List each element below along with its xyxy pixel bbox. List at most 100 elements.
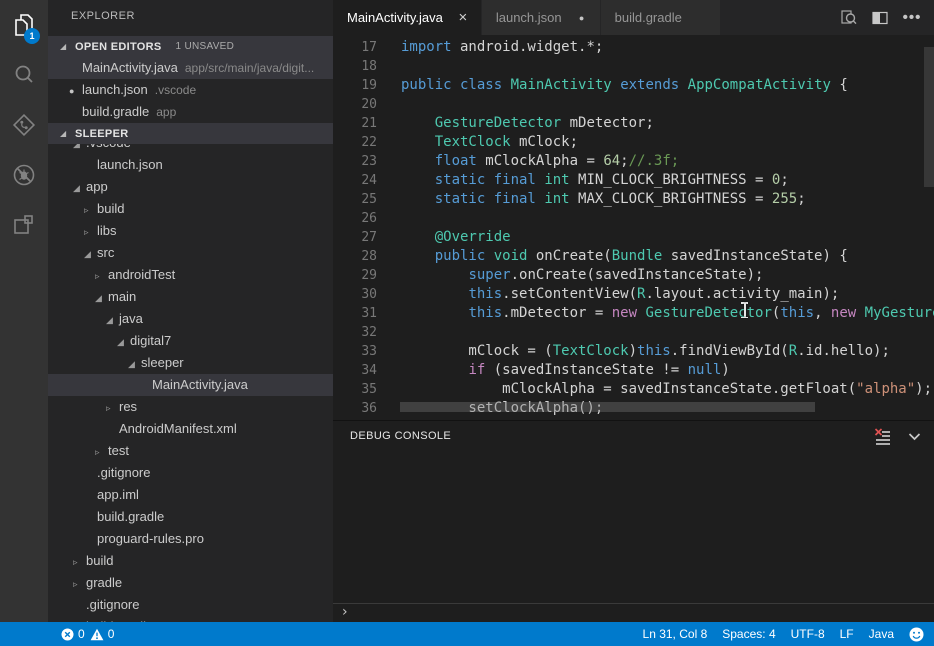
token: null [688, 362, 722, 378]
tab-bar: MainActivity.java × launch.json● build.grad… [333, 0, 934, 35]
file-description: app [156, 105, 176, 119]
chevron-expanded-icon: ◢ [95, 288, 108, 308]
code-line-30: 30 this.setContentView(R.layout.activity… [333, 285, 934, 304]
sidebar-explorer: EXPLORER ◢ OPEN EDITORS 1 UNSAVED MainAc… [48, 0, 333, 622]
open-editor-item[interactable]: ●launch.json.vscode [48, 79, 333, 101]
tree-item-label: app [86, 179, 108, 194]
tab-build.gradle[interactable]: build.gradle [601, 0, 721, 35]
tree-item-app.iml[interactable]: app.iml [48, 484, 333, 506]
debug-console-input[interactable]: › [333, 603, 934, 622]
tab-label: MainActivity.java [347, 10, 443, 25]
token: ; [620, 153, 628, 169]
tree-item-sleeper[interactable]: ◢sleeper [48, 352, 333, 374]
tree-item-androidTest[interactable]: ▹androidTest [48, 264, 333, 286]
tab-MainActivity.java[interactable]: MainActivity.java × [333, 0, 482, 35]
collapse-panel-icon[interactable] [904, 426, 924, 446]
code-line-27: 27 @Override [333, 228, 934, 247]
tree-item-res[interactable]: ▹res [48, 396, 333, 418]
code-text: mClockAlpha = savedInstanceState.getFloa… [401, 381, 932, 397]
cursor-position[interactable]: Ln 31, Col 8 [643, 627, 708, 641]
open-preview-icon-glyph [839, 8, 858, 27]
token: MIN_CLOCK_BRIGHTNESS = [570, 172, 772, 188]
more-actions-icon[interactable]: ••• [902, 8, 922, 28]
code-text: static final int MAX_CLOCK_BRIGHTNESS = … [401, 191, 806, 207]
debug-console-panel: DEBUG CONSOLE [333, 420, 934, 622]
clear-console-icon-glyph [873, 427, 892, 446]
token [401, 248, 435, 264]
tree-item-build.gradle[interactable]: build.gradle [48, 506, 333, 528]
token: static final [435, 172, 536, 188]
tree-item-AndroidManifest.xml[interactable]: AndroidManifest.xml [48, 418, 333, 440]
eol[interactable]: LF [840, 627, 854, 641]
tree-item-libs[interactable]: ▹libs [48, 220, 333, 242]
open-preview-icon[interactable] [838, 8, 858, 28]
tree-item-.gitignore[interactable]: .gitignore [48, 462, 333, 484]
token: (savedInstanceState != [485, 362, 687, 378]
chevron-collapsed-icon: ▹ [106, 398, 119, 418]
dirty-dot-icon[interactable]: ● [574, 13, 590, 23]
clear-console-icon[interactable] [872, 426, 892, 446]
code-editor[interactable]: 17import android.widget.*;1819public cla… [333, 35, 934, 420]
token: new [612, 305, 637, 321]
line-number: 34 [333, 361, 377, 380]
tree-item-build[interactable]: ▹build [48, 198, 333, 220]
token [401, 191, 435, 207]
tab-label: build.gradle [615, 10, 682, 25]
chevron-collapsed-icon: ▹ [84, 200, 97, 220]
tree-item-main[interactable]: ◢main [48, 286, 333, 308]
search-icon[interactable] [0, 50, 48, 100]
open-editor-item[interactable]: MainActivity.javaapp/src/main/java/digit… [48, 57, 333, 79]
files-icon[interactable]: 1 [0, 0, 48, 50]
vertical-scrollbar[interactable] [924, 47, 934, 187]
token: super [468, 267, 510, 283]
tab-launch.json[interactable]: launch.json● [482, 0, 601, 35]
encoding[interactable]: UTF-8 [791, 627, 825, 641]
token: TextClock [553, 343, 629, 359]
chevron-collapsed-icon: ▹ [95, 442, 108, 462]
extensions-icon[interactable] [0, 200, 48, 250]
token: this [780, 305, 814, 321]
source-control-icon[interactable] [0, 100, 48, 150]
token: float [435, 153, 477, 169]
tree-item-app[interactable]: ◢app [48, 176, 333, 198]
tree-item-digital7[interactable]: ◢digital7 [48, 330, 333, 352]
line-number: 20 [333, 95, 377, 114]
tree-item-proguard-rules.pro[interactable]: proguard-rules.pro [48, 528, 333, 550]
file-description: app/src/main/java/digit... [185, 61, 314, 75]
token: GestureDetector [645, 305, 771, 321]
tree-item-java[interactable]: ◢java [48, 308, 333, 330]
folder-section-header[interactable]: ◢ SLEEPER [48, 123, 333, 144]
tree-item-gradle[interactable]: ▹gradle [48, 572, 333, 594]
open-editors-header[interactable]: ◢ OPEN EDITORS 1 UNSAVED [48, 36, 333, 57]
language-mode[interactable]: Java [869, 627, 894, 641]
horizontal-scrollbar[interactable] [400, 402, 815, 412]
token: static final [435, 191, 536, 207]
tree-item-launch.json[interactable]: launch.json [48, 154, 333, 176]
tree-item-label: build [86, 553, 113, 568]
tree-item-build[interactable]: ▹build [48, 550, 333, 572]
token: this [637, 343, 671, 359]
tree-item-MainActivity.java[interactable]: MainActivity.java [48, 374, 333, 396]
token: MyGesture [865, 305, 934, 321]
tree-item-.gitignore[interactable]: .gitignore [48, 594, 333, 616]
panel-actions [872, 426, 934, 446]
token: ) [721, 362, 729, 378]
debug-icon[interactable] [0, 150, 48, 200]
line-number: 19 [333, 76, 377, 95]
smiley-icon[interactable] [909, 627, 924, 642]
tree-item-test[interactable]: ▹test [48, 440, 333, 462]
open-editor-item[interactable]: build.gradleapp [48, 101, 333, 123]
code-line-25: 25 static final int MAX_CLOCK_BRIGHTNESS… [333, 190, 934, 209]
split-editor-icon[interactable] [870, 8, 890, 28]
code-line-23: 23 float mClockAlpha = 64;//.3f; [333, 152, 934, 171]
indentation[interactable]: Spaces: 4 [722, 627, 775, 641]
close-icon[interactable]: × [455, 11, 471, 25]
status-problems[interactable]: 0 0 [61, 627, 114, 641]
status-right: Ln 31, Col 8 Spaces: 4 UTF-8 LF Java [643, 627, 934, 642]
token: MAX_CLOCK_BRIGHTNESS = [570, 191, 772, 207]
token: MainActivity [511, 77, 612, 93]
token: extends [620, 77, 679, 93]
tree-item-src[interactable]: ◢src [48, 242, 333, 264]
token [401, 153, 435, 169]
code-text: if (savedInstanceState != null) [401, 362, 730, 378]
